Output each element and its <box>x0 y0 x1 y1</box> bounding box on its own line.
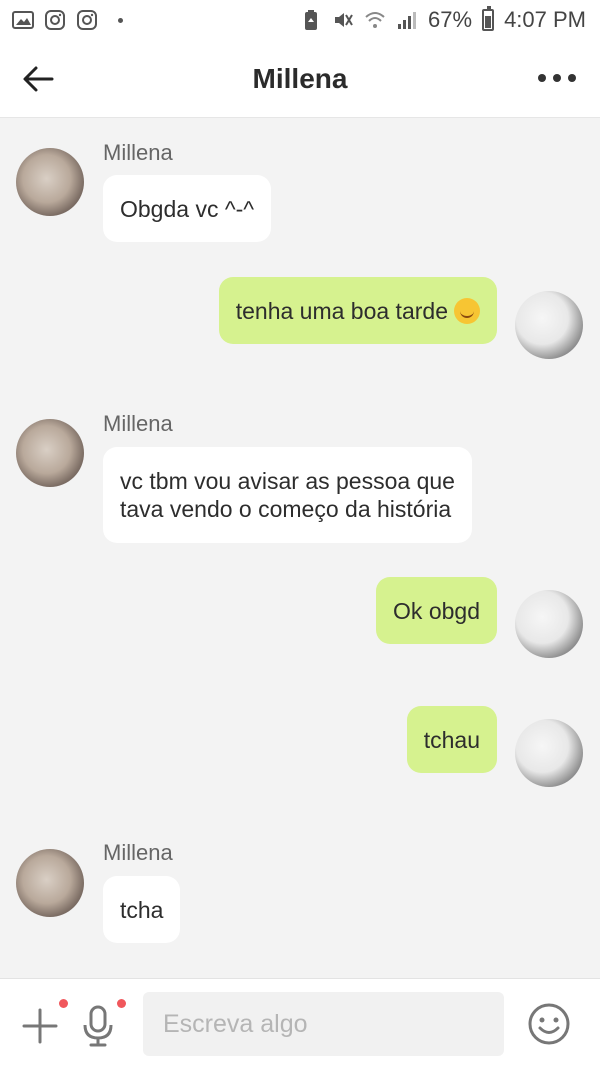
battery-saver-icon <box>305 10 318 30</box>
mic-notification-dot <box>117 999 126 1008</box>
dot <box>553 74 561 82</box>
battery-icon <box>482 6 495 31</box>
avatar-contact[interactable] <box>16 148 84 216</box>
signal-icon <box>398 12 417 29</box>
microphone-icon[interactable] <box>80 1004 116 1048</box>
avatar-self[interactable] <box>515 291 583 359</box>
status-left <box>12 9 123 31</box>
avatar-contact[interactable] <box>16 419 84 487</box>
instagram-icon <box>77 10 97 30</box>
dot <box>538 74 546 82</box>
message-bubble-received[interactable]: vc tbm vou avisar as pessoa que tava ven… <box>103 447 472 543</box>
message-bubble-sent[interactable]: Ok obgd <box>376 577 497 644</box>
chat-header: Millena <box>0 40 600 118</box>
emoji-icon[interactable] <box>527 1002 571 1046</box>
more-dots-icon[interactable] <box>538 68 578 88</box>
avatar-contact[interactable] <box>16 849 84 917</box>
smiling-face-emoji <box>454 297 480 324</box>
battery-percent: 67% <box>428 7 473 32</box>
sender-name: Millena <box>103 411 173 436</box>
message-line: vc tbm vou avisar as pessoa que <box>120 468 455 494</box>
gallery-icon <box>12 11 34 29</box>
avatar-self[interactable] <box>515 590 583 658</box>
status-right: 67% 4:07 PM <box>300 6 586 33</box>
message-bubble-received[interactable]: Obgda vc ^-^ <box>103 175 272 242</box>
message-bubble-received[interactable]: tcha <box>103 876 181 943</box>
message-input[interactable] <box>143 992 504 1056</box>
plus-icon[interactable] <box>20 1006 60 1046</box>
wifi-icon <box>365 12 385 28</box>
instagram-icon <box>45 10 65 30</box>
status-time: 4:07 PM <box>504 7 586 32</box>
message-text: tenha uma boa tarde <box>235 297 448 324</box>
mute-icon <box>335 13 353 27</box>
chat-title: Millena <box>252 62 348 94</box>
arrow-left-icon[interactable] <box>18 59 58 99</box>
message-bubble-sent[interactable]: tchau <box>406 706 497 773</box>
message-list[interactable]: Millena Obgda vc ^-^ tenha uma boa tarde… <box>0 118 600 978</box>
notification-dot-icon <box>118 17 123 23</box>
dot <box>568 74 576 82</box>
message-bubble-sent[interactable]: tenha uma boa tarde <box>218 277 497 344</box>
avatar-self[interactable] <box>515 719 583 787</box>
sender-name: Millena <box>103 140 173 165</box>
message-input-bar <box>0 978 600 1067</box>
status-bar: 67% 4:07 PM <box>0 0 600 40</box>
plus-notification-dot <box>59 999 68 1008</box>
sender-name: Millena <box>103 840 173 865</box>
message-line: tava vendo o começo da história <box>120 496 452 522</box>
